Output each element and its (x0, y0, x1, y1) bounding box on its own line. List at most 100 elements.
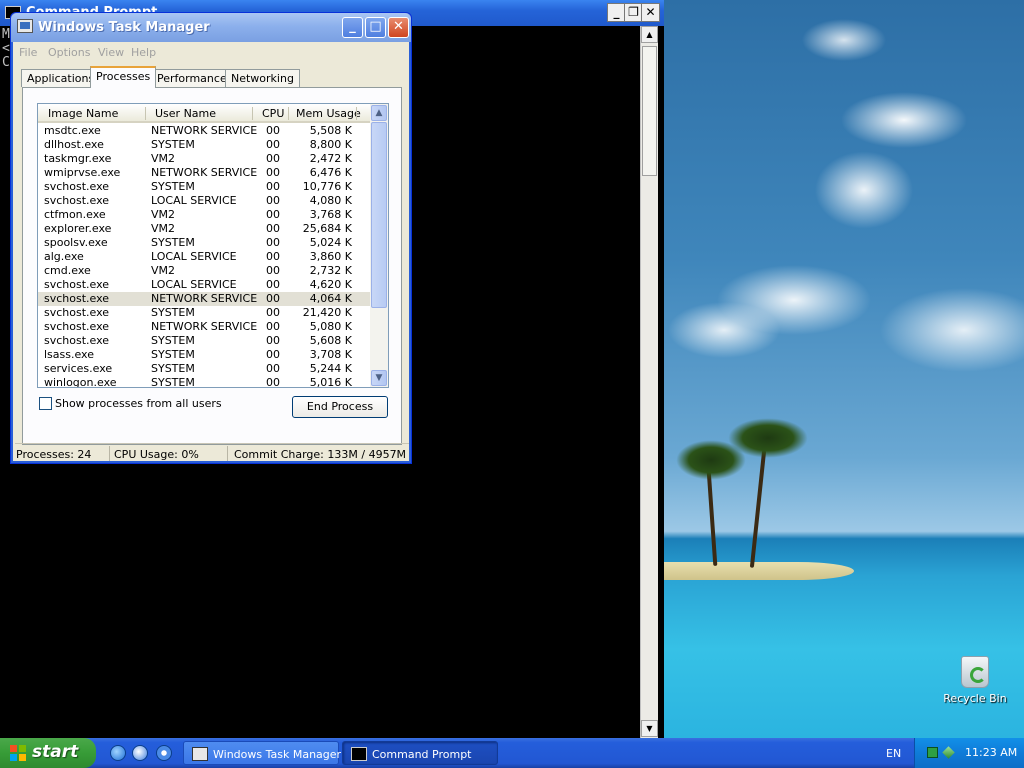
media-player-icon[interactable] (132, 745, 148, 761)
process-user-name: NETWORK SERVICE (151, 292, 258, 305)
show-desktop-icon[interactable] (156, 745, 172, 761)
process-image-name: lsass.exe (44, 348, 94, 361)
recycle-bin-label: Recycle Bin (943, 692, 1007, 705)
table-row[interactable]: spoolsv.exe SYSTEM 00 5,024 K (38, 236, 370, 250)
process-rows: msdtc.exe NETWORK SERVICE 00 5,508 Kdllhost… (38, 124, 370, 388)
process-mem-usage: 5,608 K (309, 334, 352, 347)
process-user-name: SYSTEM (151, 306, 195, 319)
scroll-thumb[interactable] (371, 122, 387, 308)
process-cpu: 00 (266, 222, 280, 235)
table-row[interactable]: svchost.exe SYSTEM 00 10,776 K (38, 180, 370, 194)
column-header-user-name[interactable]: User Name (155, 107, 216, 120)
task-manager-titlebar[interactable]: Windows Task Manager _ □ ✕ (11, 13, 411, 42)
process-image-name: svchost.exe (44, 194, 110, 207)
task-manager-app-icon (17, 19, 33, 33)
process-cpu: 00 (266, 264, 280, 277)
cmd-close-button[interactable]: ✕ (641, 3, 660, 22)
table-row[interactable]: winlogon.exe SYSTEM 00 5,016 K (38, 376, 370, 388)
taskbar-button-command-prompt[interactable]: Command Prompt (342, 741, 498, 765)
tm-minimize-button[interactable]: _ (342, 17, 363, 38)
cmd-vertical-scrollbar[interactable]: ▲ ▼ (640, 26, 658, 738)
process-user-name: SYSTEM (151, 180, 195, 193)
process-user-name: SYSTEM (151, 138, 195, 151)
command-prompt-icon (351, 747, 367, 761)
safely-remove-hardware-icon[interactable] (942, 746, 955, 759)
palm-trunk-left (706, 469, 718, 567)
table-row[interactable]: taskmgr.exe VM2 00 2,472 K (38, 152, 370, 166)
table-row[interactable]: svchost.exe LOCAL SERVICE 00 4,080 K (38, 194, 370, 208)
taskbar-command-prompt-label: Command Prompt (372, 748, 472, 761)
taskbar-task-manager-label: Windows Task Manager (213, 748, 342, 761)
checkbox-box[interactable] (39, 397, 52, 410)
start-button[interactable]: start (0, 738, 96, 768)
task-manager-window[interactable]: Windows Task Manager _ □ ✕ File Options … (10, 12, 412, 464)
tab-applications[interactable]: Applications (21, 69, 101, 87)
table-row[interactable]: svchost.exe SYSTEM 00 21,420 K (38, 306, 370, 320)
process-cpu: 00 (266, 194, 280, 207)
table-row[interactable]: svchost.exe NETWORK SERVICE 00 5,080 K (38, 320, 370, 334)
desktop-wallpaper (664, 0, 1024, 738)
column-header-mem-usage[interactable]: Mem Usage (296, 107, 361, 120)
scroll-up-icon[interactable]: ▲ (371, 105, 387, 121)
column-header-image-name[interactable]: Image Name (48, 107, 118, 120)
cmd-scroll-down-icon[interactable]: ▼ (641, 720, 658, 737)
table-row[interactable]: lsass.exe SYSTEM 00 3,708 K (38, 348, 370, 362)
ie-icon[interactable] (110, 745, 126, 761)
process-cpu: 00 (266, 376, 280, 388)
network-icon[interactable] (927, 747, 938, 758)
windows-logo-icon (10, 745, 26, 761)
process-cpu: 00 (266, 334, 280, 347)
menu-options[interactable]: Options (48, 46, 90, 59)
process-user-name: SYSTEM (151, 362, 195, 375)
language-indicator[interactable]: EN (886, 747, 901, 760)
show-all-processes-checkbox[interactable]: Show processes from all users (39, 397, 222, 410)
end-process-button[interactable]: End Process (292, 396, 388, 418)
process-list-scrollbar[interactable]: ▲ ▼ (370, 104, 388, 387)
table-row[interactable]: dllhost.exe SYSTEM 00 8,800 K (38, 138, 370, 152)
table-row[interactable]: svchost.exe LOCAL SERVICE 00 4,620 K (38, 278, 370, 292)
process-image-name: ctfmon.exe (44, 208, 106, 221)
taskbar-button-task-manager[interactable]: Windows Task Manager (183, 741, 342, 765)
table-row[interactable]: alg.exe LOCAL SERVICE 00 3,860 K (38, 250, 370, 264)
scroll-down-icon[interactable]: ▼ (371, 370, 387, 386)
process-user-name: LOCAL SERVICE (151, 250, 237, 263)
process-list-header: Image Name User Name CPU Mem Usage (38, 104, 370, 123)
process-mem-usage: 5,080 K (309, 320, 352, 333)
table-row[interactable]: ctfmon.exe VM2 00 3,768 K (38, 208, 370, 222)
process-image-name: svchost.exe (44, 180, 110, 193)
tab-networking[interactable]: Networking (225, 69, 300, 87)
tm-maximize-button[interactable]: □ (365, 17, 386, 38)
table-row[interactable]: msdtc.exe NETWORK SERVICE 00 5,508 K (38, 124, 370, 138)
menu-file[interactable]: File (19, 46, 37, 59)
palm-trunk-right (749, 450, 767, 568)
process-mem-usage: 2,732 K (309, 264, 352, 277)
process-cpu: 00 (266, 208, 280, 221)
process-cpu: 00 (266, 138, 280, 151)
process-cpu: 00 (266, 362, 280, 375)
process-user-name: NETWORK SERVICE (151, 166, 258, 179)
process-user-name: NETWORK SERVICE (151, 124, 258, 137)
process-cpu: 00 (266, 278, 280, 291)
show-all-label: Show processes from all users (55, 397, 222, 410)
cmd-scroll-thumb[interactable] (642, 46, 657, 176)
menu-help[interactable]: Help (131, 46, 156, 59)
recycle-bin-shortcut[interactable]: Recycle Bin (942, 656, 1008, 705)
process-user-name: SYSTEM (151, 348, 195, 361)
clock[interactable]: 11:23 AM (965, 746, 1017, 759)
table-row[interactable]: cmd.exe VM2 00 2,732 K (38, 264, 370, 278)
tab-performance[interactable]: Performance (151, 69, 233, 87)
cmd-scroll-up-icon[interactable]: ▲ (641, 26, 658, 43)
table-row[interactable]: svchost.exe SYSTEM 00 5,608 K (38, 334, 370, 348)
column-header-cpu[interactable]: CPU (262, 107, 284, 120)
table-row[interactable]: services.exe SYSTEM 00 5,244 K (38, 362, 370, 376)
menu-view[interactable]: View (98, 46, 124, 59)
tm-close-button[interactable]: ✕ (388, 17, 409, 38)
process-image-name: svchost.exe (44, 278, 110, 291)
table-row[interactable]: wmiprvse.exe NETWORK SERVICE 00 6,476 K (38, 166, 370, 180)
process-cpu: 00 (266, 292, 280, 305)
process-cpu: 00 (266, 348, 280, 361)
table-row[interactable]: svchost.exe NETWORK SERVICE 00 4,064 K (38, 292, 370, 306)
tab-processes[interactable]: Processes (90, 66, 157, 88)
process-list[interactable]: Image Name User Name CPU Mem Usage msdtc… (37, 103, 389, 388)
table-row[interactable]: explorer.exe VM2 00 25,684 K (38, 222, 370, 236)
